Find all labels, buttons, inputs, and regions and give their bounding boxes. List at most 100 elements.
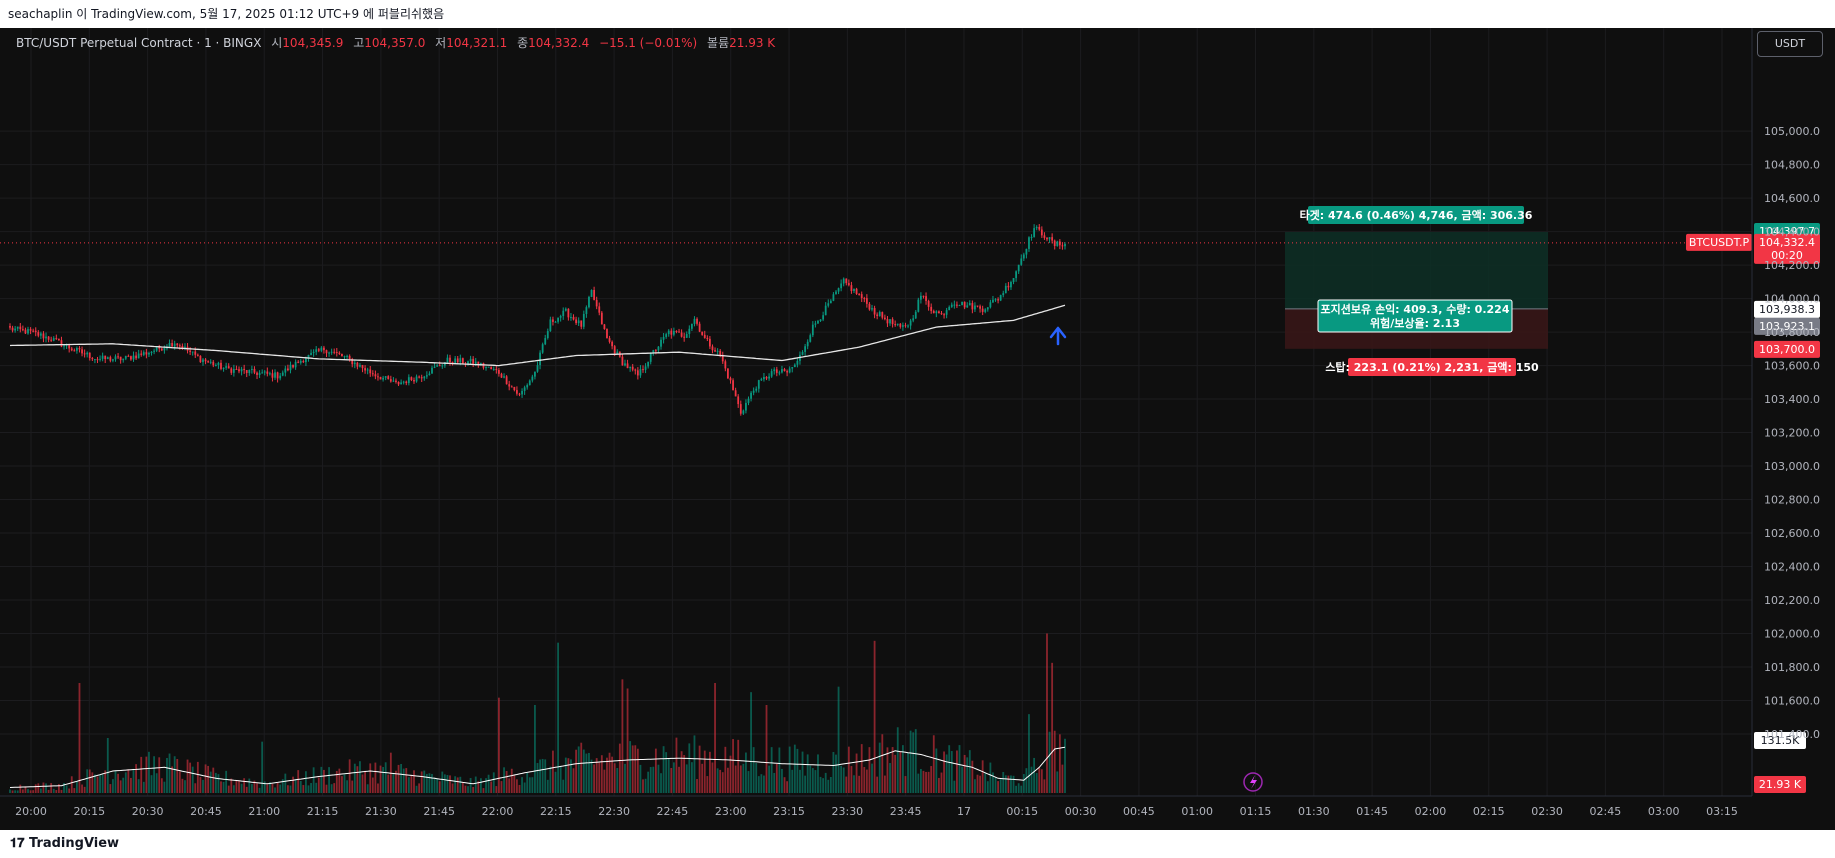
volume-bar-66 [178,771,181,793]
volume-bar-158 [415,785,418,793]
volume-bar-93 [248,778,251,793]
volume-bar-388 [1007,775,1010,793]
volume-bar-196 [513,774,516,793]
volume-bar-226 [590,759,593,793]
candle-body-388 [1007,285,1010,288]
volume-bar-291 [757,776,760,793]
candle-body-141 [371,373,374,375]
candle-body-385 [999,295,1002,301]
candle-body-207 [541,344,544,353]
volume-bar-300 [781,768,783,793]
candle-body-289 [752,390,755,393]
candle-body-129 [341,353,343,357]
candle-body-74 [199,355,202,363]
candle-body-29 [83,353,86,355]
volume-bar-58 [158,757,161,793]
x-tick-26: 02:30 [1531,805,1563,818]
volume-bar-221 [577,746,580,793]
volume-bar-407 [1056,771,1059,793]
volume-bar-312 [811,768,814,793]
candle-body-19 [57,338,60,341]
candle-body-303 [788,368,791,373]
candle-body-113 [299,361,302,363]
volume-bar-146 [384,762,387,793]
candle-body-310 [806,341,809,347]
x-tick-14: 23:30 [831,805,863,818]
x-tick-4: 21:00 [248,805,280,818]
candle-body-248 [647,361,650,367]
candle-body-393 [1020,258,1023,265]
candle-body-27 [78,348,81,350]
candle-body-287 [747,398,750,403]
volume-bar-391 [1015,785,1018,793]
volume-bar-41 [114,770,117,793]
candle-body-386 [1002,293,1005,296]
candle-body-41 [114,356,117,360]
candle-body-201 [526,385,529,388]
candle-body-328 [853,288,855,291]
candle-body-53 [145,352,148,355]
volume-bar-173 [454,776,457,793]
volume-bar-18 [55,789,58,793]
volume-bar-128 [338,768,341,793]
candle-body-210 [549,319,552,332]
candle-body-273 [711,346,714,351]
candle-body-50 [137,353,140,359]
volume-bar-335 [871,763,873,793]
volume-bar-265 [690,762,693,793]
volume-bar-317 [824,772,827,793]
candle-body-122 [323,347,325,351]
volume-bar-306 [796,748,799,793]
volume-bar-273 [711,762,714,793]
volume-bar-147 [387,774,390,793]
volume-bar-90 [240,783,243,793]
volume-bar-236 [616,767,619,793]
volume-bar-64 [173,756,176,793]
volume-bar-309 [804,775,807,793]
candle-body-120 [317,349,320,351]
volume-bar-254 [662,746,665,793]
volume-bar-100 [266,784,269,793]
candle-body-267 [696,318,698,324]
volume-bar-205 [536,763,539,793]
volume-bar-311 [809,765,812,793]
volume-bar-114 [302,785,305,793]
y-tick-11: 102,800.0 [1764,494,1820,507]
candle-body-175 [459,358,462,363]
candle-body-363 [943,314,945,316]
volume-bar-20 [60,789,63,793]
candle-body-63 [171,343,174,347]
legend-volume: 21.93 K [729,36,776,50]
volume-bar-131 [346,780,348,793]
volume-bar-89 [238,781,240,793]
volume-bar-408 [1058,734,1061,793]
volume-bar-68 [184,780,186,793]
candle-body-338 [878,312,881,316]
volume-bar-113 [299,781,302,793]
candle-body-168 [441,365,444,367]
volume-bar-338 [878,742,881,793]
candle-body-334 [868,303,871,310]
candle-body-195 [510,386,513,388]
volume-bar-168 [441,771,444,793]
candle-body-306 [796,360,799,365]
currency-button[interactable]: USDT [1757,31,1823,57]
candle-body-107 [284,368,287,373]
volume-bar-186 [487,774,490,793]
price-chart[interactable]: 타겟: 474.6 (0.46%) 4,746, 금액: 306.36 포지션보유… [0,28,1835,830]
volume-bar-129 [341,776,343,793]
volume-bar-225 [588,752,590,793]
candle-body-84 [225,366,228,368]
volume-bar-364 [945,754,948,793]
candle-body-331 [860,294,863,299]
candle-body-391 [1015,271,1018,279]
y-tick-2: 104,600.0 [1764,192,1820,205]
volume-bar-390 [1012,775,1015,793]
volume-bar-308 [801,751,804,793]
volume-bar-277 [721,772,724,793]
volume-bar-297 [773,772,776,793]
candle-body-102 [271,373,274,378]
candle-body-25 [73,350,76,352]
candle-body-59 [160,348,163,351]
candle-body-111 [294,361,297,368]
